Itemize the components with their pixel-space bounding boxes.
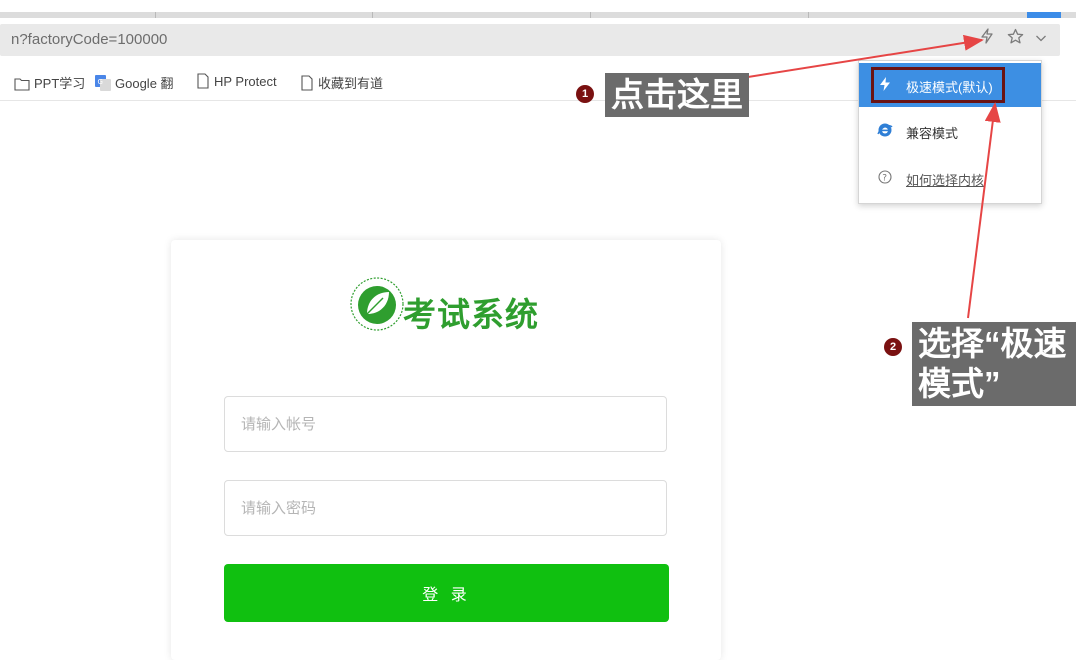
step-2-callout: 选择“极速 模式” [912, 322, 1076, 406]
step-2-line-1: 选择“极速 [918, 325, 1067, 362]
step-2-line-2: 模式” [918, 365, 1001, 402]
arrow-step2 [967, 102, 1001, 319]
step-2-badge: 2 [884, 338, 902, 356]
step-1-callout: 点击这里 [605, 73, 749, 117]
arrow-step1 [747, 34, 984, 78]
step-1-badge: 1 [576, 85, 594, 103]
